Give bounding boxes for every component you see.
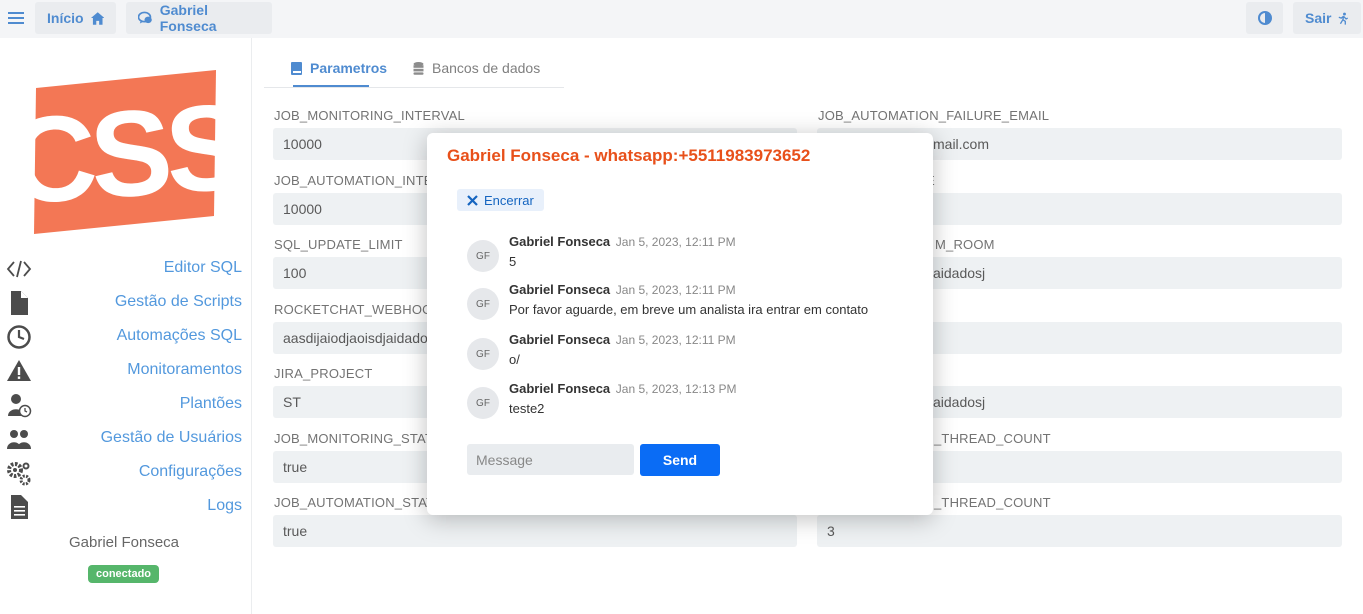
chat-message: GF Gabriel Fonseca Jan 5, 2023, 12:13 PM… [467,381,907,427]
message-time: Jan 5, 2023, 12:11 PM [615,283,736,297]
chat-dialog: Gabriel Fonseca - whatsapp:+551198397365… [427,133,933,515]
message-header: Gabriel Fonseca Jan 5, 2023, 12:11 PM [509,282,736,297]
end-chat-label: Encerrar [484,192,534,208]
message-header: Gabriel Fonseca Jan 5, 2023, 12:13 PM [509,381,737,396]
chat-message: GF Gabriel Fonseca Jan 5, 2023, 12:11 PM… [467,332,907,378]
message-author: Gabriel Fonseca [509,332,611,347]
message-time: Jan 5, 2023, 12:11 PM [615,333,736,347]
avatar: GF [467,387,499,419]
avatar: GF [467,240,499,272]
close-icon [467,194,478,206]
message-author: Gabriel Fonseca [509,381,611,396]
end-chat-button[interactable]: Encerrar [457,189,544,211]
message-header: Gabriel Fonseca Jan 5, 2023, 12:11 PM [509,234,736,249]
message-text: o/ [509,352,520,367]
message-text: 5 [509,254,517,269]
message-author: Gabriel Fonseca [509,234,611,249]
avatar: GF [467,288,499,320]
message-time: Jan 5, 2023, 12:11 PM [615,235,736,249]
message-author: Gabriel Fonseca [509,282,611,297]
message-text: Por favor aguarde, em breve um analista … [509,302,869,317]
message-header: Gabriel Fonseca Jan 5, 2023, 12:11 PM [509,332,736,347]
message-input[interactable] [467,444,634,475]
avatar: GF [467,338,499,370]
message-text: teste2 [509,401,545,416]
send-button[interactable]: Send [640,444,720,476]
dialog-title: Gabriel Fonseca - whatsapp:+551198397365… [447,146,811,165]
chat-message: GF Gabriel Fonseca Jan 5, 2023, 12:11 PM… [467,282,907,328]
message-time: Jan 5, 2023, 12:13 PM [615,382,737,396]
chat-message: GF Gabriel Fonseca Jan 5, 2023, 12:11 PM… [467,234,907,280]
